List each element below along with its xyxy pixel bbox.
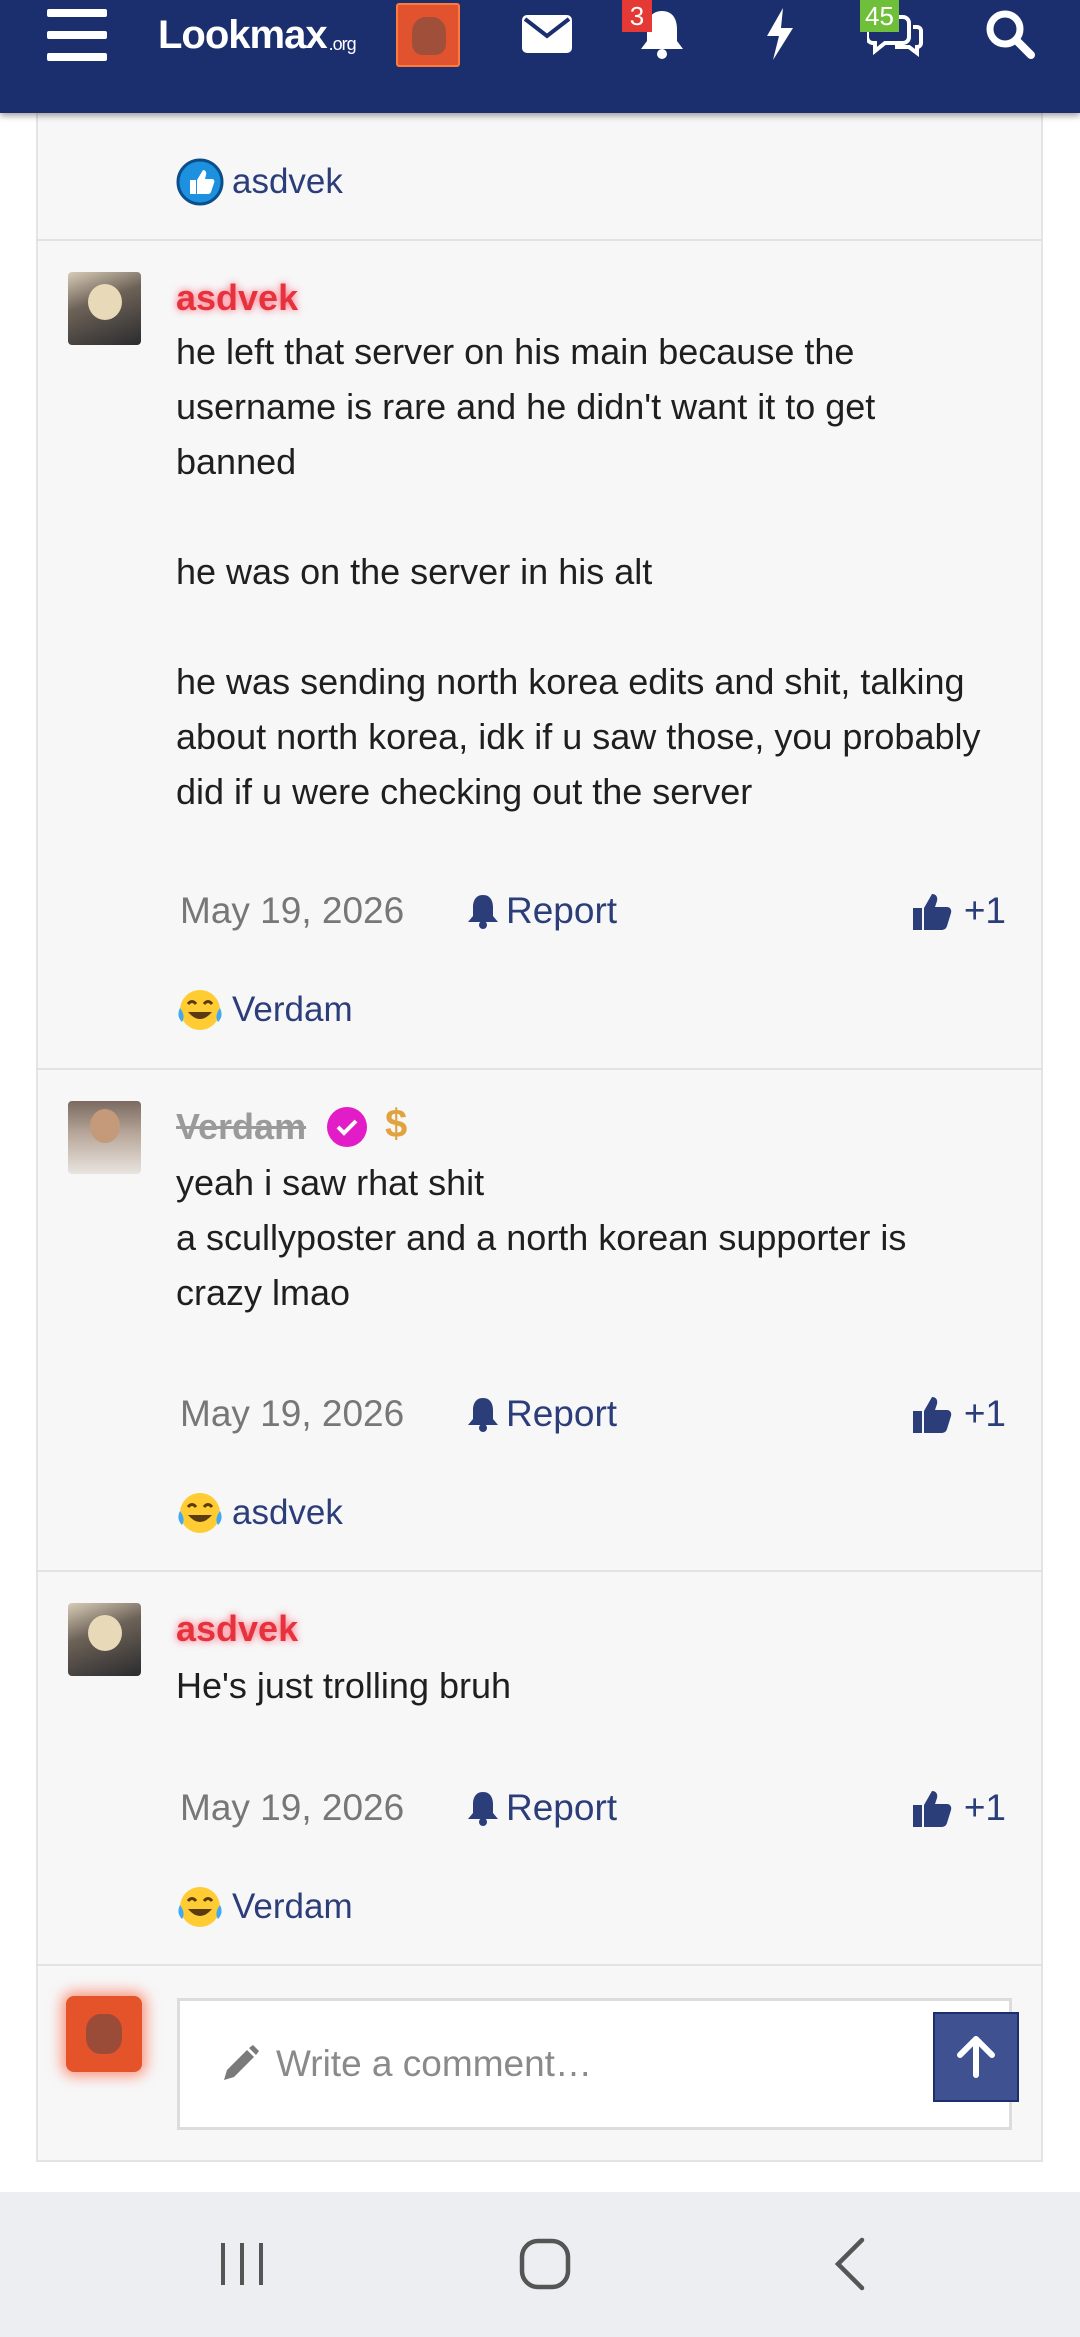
home-icon [519, 2238, 571, 2290]
dollar-badge-icon: $ [385, 1102, 408, 1146]
logo-tld: .org [328, 33, 357, 54]
alerts-badge: 3 [622, 0, 652, 32]
whats-new-button[interactable] [745, 0, 815, 68]
search-button[interactable] [975, 0, 1045, 68]
like-button[interactable]: +1 [912, 890, 1006, 932]
system-navigation-bar [0, 2192, 1080, 2337]
thumbs-up-icon [912, 1397, 952, 1433]
logo-text: Lookmax [158, 12, 328, 57]
post-paragraph: yeah i saw rhat shit [176, 1162, 485, 1203]
thumbs-up-icon [912, 894, 952, 930]
report-label: Report [506, 890, 618, 931]
post-divider [36, 239, 1043, 241]
like-button[interactable]: +1 [912, 1787, 1006, 1829]
my-avatar [66, 1996, 142, 2072]
avatar[interactable] [68, 272, 141, 345]
verified-badge-icon [327, 1107, 367, 1147]
account-avatar[interactable] [396, 3, 460, 67]
post-date[interactable]: May 19, 2026 [180, 1393, 404, 1435]
bell-icon [468, 895, 498, 929]
reaction-summary[interactable]: asdvek [176, 1488, 343, 1538]
recent-apps-icon [221, 2243, 263, 2285]
post-paragraph: he left that server on his main because … [176, 331, 876, 482]
lightning-bolt-icon [767, 8, 793, 60]
top-navigation-bar: Lookmax .org 3 45 [0, 0, 1080, 113]
avatar[interactable] [68, 1101, 141, 1174]
post-body: he left that server on his main because … [176, 324, 1036, 819]
reaction-user-link[interactable]: Verdam [232, 990, 353, 1030]
back-chevron-icon [834, 2237, 865, 2291]
like-count: +1 [963, 890, 1006, 931]
site-logo[interactable]: Lookmax .org [158, 10, 357, 60]
avatar[interactable] [68, 1603, 141, 1676]
reaction-user-link[interactable]: asdvek [232, 162, 343, 202]
pencil-icon [224, 2045, 259, 2080]
post-divider [36, 1964, 1043, 1966]
laughing-tears-icon [176, 1883, 224, 1931]
laughing-tears-icon [176, 986, 224, 1034]
reaction-summary[interactable]: Verdam [176, 1882, 353, 1932]
bell-icon [468, 1398, 498, 1432]
back-button[interactable] [820, 2232, 880, 2296]
post-paragraph: He's just trolling bruh [176, 1665, 512, 1706]
post-meta: May 19, 2026 Report +1 [176, 890, 1006, 940]
report-button[interactable]: Report [466, 890, 617, 932]
bell-icon [468, 1792, 498, 1826]
envelope-icon [522, 15, 572, 53]
reaction-user-link[interactable]: asdvek [232, 1493, 343, 1533]
search-icon [986, 10, 1035, 59]
comment-input[interactable]: Write a comment… [177, 1998, 1012, 2130]
post-author[interactable]: Verdam [176, 1106, 306, 1148]
report-label: Report [506, 1393, 618, 1434]
inbox-button[interactable] [512, 0, 582, 68]
like-button[interactable]: +1 [912, 1393, 1006, 1435]
like-count: +1 [963, 1393, 1006, 1434]
like-count: +1 [963, 1787, 1006, 1828]
post-meta: May 19, 2026 Report +1 [176, 1787, 1006, 1837]
menu-icon[interactable] [46, 7, 108, 63]
post-paragraph: he was sending north korea edits and shi… [176, 661, 981, 812]
post-body: He's just trolling bruh [176, 1658, 1036, 1713]
recent-apps-button[interactable] [212, 2232, 272, 2296]
scroll-to-top-button[interactable] [933, 2012, 1019, 2102]
post-divider [36, 1570, 1043, 1572]
post-date[interactable]: May 19, 2026 [180, 1787, 404, 1829]
post-author[interactable]: asdvek [176, 1608, 298, 1650]
post-body: yeah i saw rhat shit a scullyposter and … [176, 1155, 1036, 1320]
thumbs-up-reaction-icon [176, 158, 224, 206]
home-button[interactable] [510, 2232, 580, 2296]
thumbs-up-icon [912, 1791, 952, 1827]
report-button[interactable]: Report [466, 1393, 617, 1435]
arrow-up-icon [957, 2036, 995, 2078]
report-button[interactable]: Report [466, 1787, 617, 1829]
post-meta: May 19, 2026 Report +1 [176, 1393, 1006, 1443]
reaction-summary[interactable]: Verdam [176, 985, 353, 1035]
post-paragraph: a scullyposter and a north korean suppor… [176, 1217, 907, 1313]
alerts-button[interactable]: 3 [622, 0, 697, 68]
report-label: Report [506, 1787, 618, 1828]
laughing-tears-icon [176, 1489, 224, 1537]
reaction-user-link[interactable]: Verdam [232, 1887, 353, 1927]
post-divider [36, 1068, 1043, 1070]
post-paragraph: he was on the server in his alt [176, 551, 653, 592]
reaction-summary[interactable]: asdvek [176, 157, 343, 207]
conversations-button[interactable]: 45 [860, 0, 930, 68]
comment-placeholder: Write a comment… [276, 2043, 592, 2084]
conversations-badge: 45 [860, 0, 899, 32]
post-author[interactable]: asdvek [176, 277, 298, 319]
post-date[interactable]: May 19, 2026 [180, 890, 404, 932]
